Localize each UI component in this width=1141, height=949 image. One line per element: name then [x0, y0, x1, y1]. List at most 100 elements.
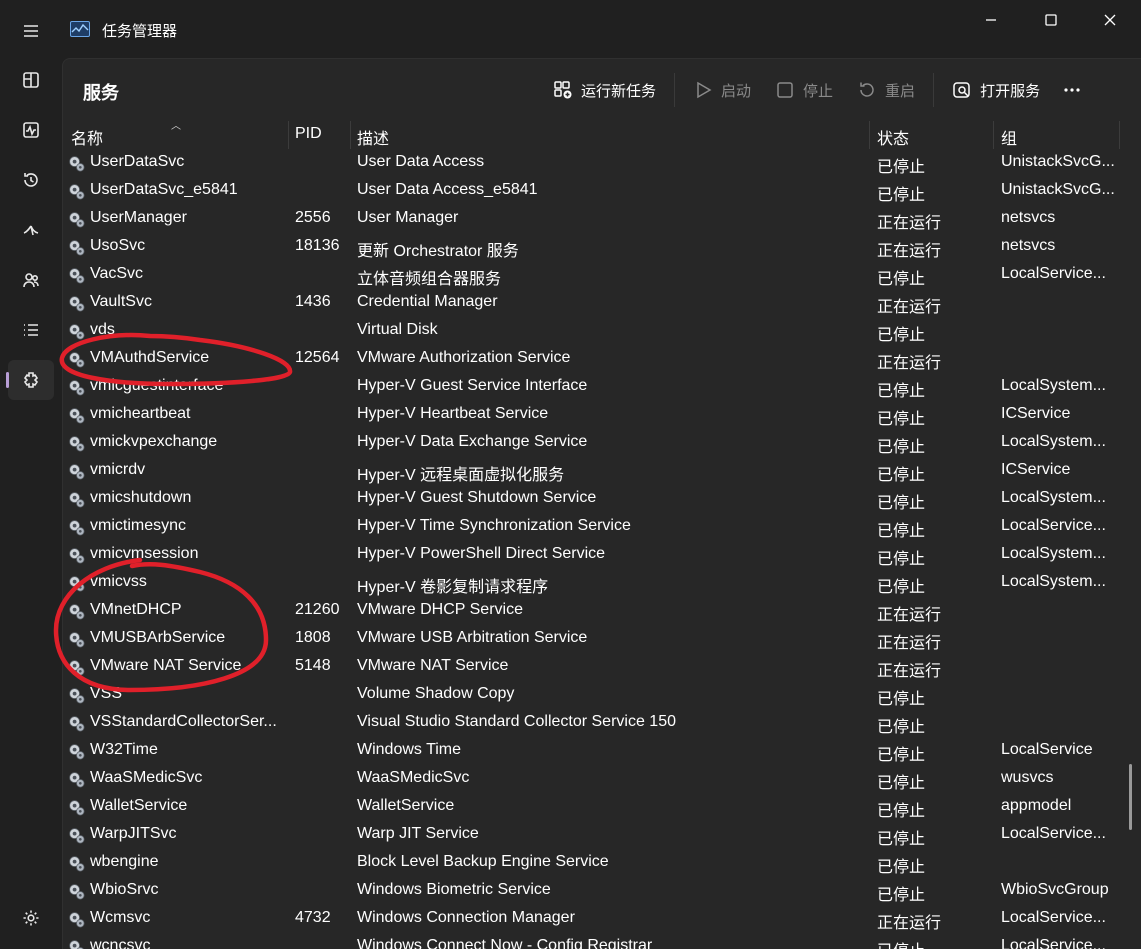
table-row[interactable]: VMnetDHCP21260VMware DHCP Service正在运行	[63, 597, 1141, 625]
table-row[interactable]: wbengine Block Level Backup Engine Servic…	[63, 849, 1141, 877]
column-divider[interactable]	[288, 121, 289, 149]
maximize-button[interactable]	[1028, 8, 1074, 32]
service-name: wcncsvc	[90, 937, 286, 949]
table-row[interactable]: WalletServiceWalletService已停止appmodel	[63, 793, 1141, 821]
service-gear-icon	[67, 462, 86, 481]
service-status: 已停止	[877, 853, 989, 877]
service-group: LocalSystem...	[1001, 545, 1119, 563]
run-new-task-button[interactable]: 运行新任务	[541, 72, 668, 108]
minimize-button[interactable]	[968, 8, 1014, 32]
column-divider[interactable]	[1119, 121, 1120, 149]
table-row[interactable]: vmictimesyncHyper-V Time Synchronization…	[63, 513, 1141, 541]
stop-button[interactable]: 停止	[763, 72, 845, 108]
service-status: 已停止	[877, 433, 989, 457]
table-row[interactable]: VMAuthdService12564VMware Authorization …	[63, 345, 1141, 373]
service-status: 已停止	[877, 181, 989, 205]
details-icon	[21, 320, 41, 340]
table-row[interactable]: WaaSMedicSvcWaaSMedicSvc已停止wusvcs	[63, 765, 1141, 793]
service-group: LocalService...	[1001, 825, 1119, 843]
nav-item-settings[interactable]	[8, 898, 54, 938]
service-description: Volume Shadow Copy	[357, 685, 867, 703]
table-row[interactable]: vmicheartbeatHyper-V Heartbeat Service已停…	[63, 401, 1141, 429]
startup-apps-icon	[21, 220, 41, 240]
service-gear-icon	[67, 154, 86, 173]
service-description: Block Level Backup Engine Service	[357, 853, 867, 871]
table-row[interactable]: vdsVirtual Disk已停止	[63, 317, 1141, 345]
service-description: VMware Authorization Service	[357, 349, 867, 367]
service-group: LocalSystem...	[1001, 377, 1119, 395]
table-row[interactable]: VacSvc立体音频组合器服务已停止LocalService...	[63, 261, 1141, 289]
nav-item-startup-apps[interactable]	[8, 210, 54, 250]
table-row[interactable]: WbioSrvcWindows Biometric Service已停止Wbio…	[63, 877, 1141, 905]
restart-button[interactable]: 重启	[845, 72, 927, 108]
close-button[interactable]	[1087, 8, 1133, 32]
service-gear-icon	[67, 238, 86, 257]
nav-item-app-history[interactable]	[8, 160, 54, 200]
table-row[interactable]: Wcmsvc4732Windows Connection Manager正在运行…	[63, 905, 1141, 933]
column-header-description[interactable]: 描述	[357, 125, 389, 149]
processes-icon	[21, 70, 41, 90]
table-row[interactable]: WarpJITSvcWarp JIT Service已停止LocalServic…	[63, 821, 1141, 849]
table-row[interactable]: VaultSvc1436Credential Manager正在运行	[63, 289, 1141, 317]
table-row[interactable]: W32TimeWindows Time已停止LocalService	[63, 737, 1141, 765]
table-row[interactable]: wcncsvcWindows Connect Now - Config Regi…	[63, 933, 1141, 949]
service-name: vmicvss	[90, 573, 286, 591]
table-row[interactable]: VMware NAT Service5148VMware NAT Service…	[63, 653, 1141, 681]
service-description: Hyper-V 卷影复制请求程序	[357, 573, 867, 597]
table-row[interactable]: UserDataSvcUser Data Access已停止UnistackSv…	[63, 149, 1141, 177]
column-header-status[interactable]: 状态	[877, 125, 909, 149]
service-name: WaaSMedicSvc	[90, 769, 286, 787]
service-name: vmicvmsession	[90, 545, 286, 563]
table-row[interactable]: VMUSBArbService1808VMware USB Arbitratio…	[63, 625, 1141, 653]
service-status: 已停止	[877, 797, 989, 821]
sort-ascending-icon: ︿	[171, 117, 181, 132]
table-row[interactable]: VSStandardCollectorSer...Visual Studio S…	[63, 709, 1141, 737]
service-name: WarpJITSvc	[90, 825, 286, 843]
service-status: 已停止	[877, 685, 989, 709]
column-divider[interactable]	[869, 121, 870, 149]
service-status: 正在运行	[877, 909, 989, 933]
service-name: UsoSvc	[90, 237, 286, 255]
service-description: VMware DHCP Service	[357, 601, 867, 619]
table-row[interactable]: vmicshutdownHyper-V Guest Shutdown Servi…	[63, 485, 1141, 513]
table-row[interactable]: UsoSvc18136更新 Orchestrator 服务正在运行netsvcs	[63, 233, 1141, 261]
table-row[interactable]: vmicvmsessionHyper-V PowerShell Direct S…	[63, 541, 1141, 569]
nav-item-users[interactable]	[8, 260, 54, 300]
service-gear-icon	[67, 714, 86, 733]
table-row[interactable]: UserDataSvc_e5841User Data Access_e5841已…	[63, 177, 1141, 205]
services-icon	[21, 370, 41, 390]
table-row[interactable]: VSS Volume Shadow Copy 已停止	[63, 681, 1141, 709]
service-description: WalletService	[357, 797, 867, 815]
service-status: 正在运行	[877, 293, 989, 317]
table-row[interactable]: vmickvpexchangeHyper-V Data Exchange Ser…	[63, 429, 1141, 457]
service-gear-icon	[67, 546, 86, 565]
service-name: VSS	[90, 685, 286, 703]
column-header-pid[interactable]: PID	[295, 125, 322, 143]
nav-item-details[interactable]	[8, 310, 54, 350]
service-description: Credential Manager	[357, 293, 867, 311]
table-row[interactable]: vmicrdvHyper-V 远程桌面虚拟化服务已停止ICService	[63, 457, 1141, 485]
service-description: Windows Connection Manager	[357, 909, 867, 927]
start-button[interactable]: 启动	[681, 72, 763, 108]
table-row[interactable]: vmicvssHyper-V 卷影复制请求程序已停止LocalSystem...	[63, 569, 1141, 597]
column-header-name[interactable]: 名称	[71, 125, 103, 149]
table-row[interactable]: UserManager2556User Manager正在运行netsvcs	[63, 205, 1141, 233]
service-group: LocalService...	[1001, 517, 1119, 535]
column-header-group[interactable]: 组	[1001, 125, 1017, 149]
column-divider[interactable]	[993, 121, 994, 149]
nav-item-services[interactable]	[8, 360, 54, 400]
more-options-button[interactable]	[1052, 72, 1092, 108]
vertical-scrollbar[interactable]	[1129, 764, 1132, 830]
service-name: UserDataSvc_e5841	[90, 181, 286, 199]
column-divider[interactable]	[350, 121, 351, 149]
service-description: Hyper-V Heartbeat Service	[357, 405, 867, 423]
service-name: UserDataSvc	[90, 153, 286, 171]
hamburger-menu-button[interactable]	[8, 11, 54, 51]
table-row[interactable]: vmicguestinterfaceHyper-V Guest Service …	[63, 373, 1141, 401]
nav-item-performance[interactable]	[8, 110, 54, 150]
nav-item-processes[interactable]	[8, 60, 54, 100]
service-gear-icon	[67, 938, 86, 949]
open-services-button[interactable]: 打开服务	[940, 72, 1052, 108]
service-name: wbengine	[90, 853, 286, 871]
service-description: Windows Biometric Service	[357, 881, 867, 899]
